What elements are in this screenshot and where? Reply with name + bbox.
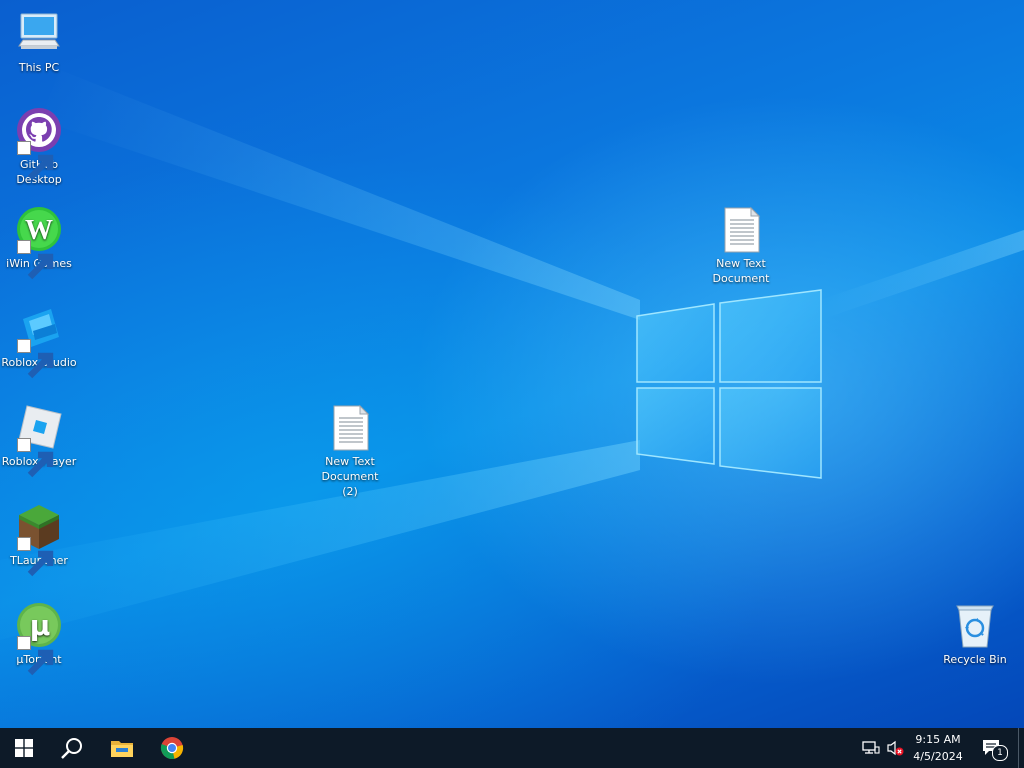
notification-badge: 1 xyxy=(992,745,1008,761)
recycle-bin-icon xyxy=(951,602,999,650)
desktop-icon-new-text-document[interactable]: New Text Document xyxy=(703,206,779,286)
desktop-icon-new-text-document-2[interactable]: New Text Document (2) xyxy=(312,404,388,499)
desktop-icon-label: Recycle Bin xyxy=(943,653,1007,666)
github-icon xyxy=(15,107,63,181)
taskbar-chrome[interactable] xyxy=(148,728,196,768)
desktop-icon-iwin-games[interactable]: W iWin Games xyxy=(1,206,77,280)
desktop-icon-label: New Text Document xyxy=(712,257,770,285)
utorrent-icon: µ xyxy=(15,602,63,676)
shortcut-arrow-icon xyxy=(17,438,54,478)
desktop-icon-utorrent[interactable]: µ µTorrent xyxy=(1,602,77,676)
desktop-icon-recycle-bin[interactable]: Recycle Bin xyxy=(937,602,1013,667)
taskbar: 9:15 AM 4/5/2024 1 xyxy=(0,728,1024,768)
desktop-icon-github-desktop[interactable]: GitHub Desktop xyxy=(1,107,77,187)
tlauncher-icon xyxy=(15,503,63,577)
shortcut-arrow-icon xyxy=(17,240,54,280)
show-desktop-button[interactable] xyxy=(1018,728,1024,768)
wallpaper-windows-logo xyxy=(636,289,822,479)
clock-date: 4/5/2024 xyxy=(913,750,963,763)
windows-logo-icon xyxy=(15,739,33,757)
text-document-icon xyxy=(717,206,765,254)
network-icon[interactable] xyxy=(861,738,881,758)
search-icon xyxy=(61,738,82,759)
desktop-icon-this-pc[interactable]: This PC xyxy=(1,10,77,75)
desktop-icon-roblox-player[interactable]: Roblox Player xyxy=(1,404,77,478)
computer-icon xyxy=(15,10,63,58)
search-button[interactable] xyxy=(48,728,96,768)
taskbar-file-explorer[interactable] xyxy=(98,728,146,768)
desktop-icon-tlauncher[interactable]: TLauncher xyxy=(1,503,77,577)
shortcut-arrow-icon xyxy=(17,537,54,577)
chrome-icon xyxy=(160,737,184,759)
shortcut-arrow-icon xyxy=(17,141,54,181)
desktop-icon-roblox-studio[interactable]: Roblox Studio xyxy=(1,305,77,379)
desktop-icon-label: This PC xyxy=(18,61,60,74)
volume-muted-icon[interactable] xyxy=(885,738,905,758)
taskbar-clock[interactable]: 9:15 AM 4/5/2024 xyxy=(904,731,972,765)
shortcut-arrow-icon xyxy=(17,636,54,676)
roblox-studio-icon xyxy=(15,305,63,379)
desktop-wallpaper[interactable]: This PC GitHub Desktop W iWin Games Robl… xyxy=(0,0,1024,728)
clock-time: 9:15 AM xyxy=(915,733,961,746)
start-button[interactable] xyxy=(0,728,48,768)
file-explorer-icon xyxy=(111,741,133,757)
iwin-icon: W xyxy=(15,206,63,280)
roblox-player-icon xyxy=(15,404,63,478)
wallpaper-beams xyxy=(0,70,1024,640)
desktop-icon-label: New Text Document (2) xyxy=(321,455,379,498)
shortcut-arrow-icon xyxy=(17,339,54,379)
action-center-button[interactable]: 1 xyxy=(982,738,1008,761)
text-document-icon xyxy=(326,404,374,452)
